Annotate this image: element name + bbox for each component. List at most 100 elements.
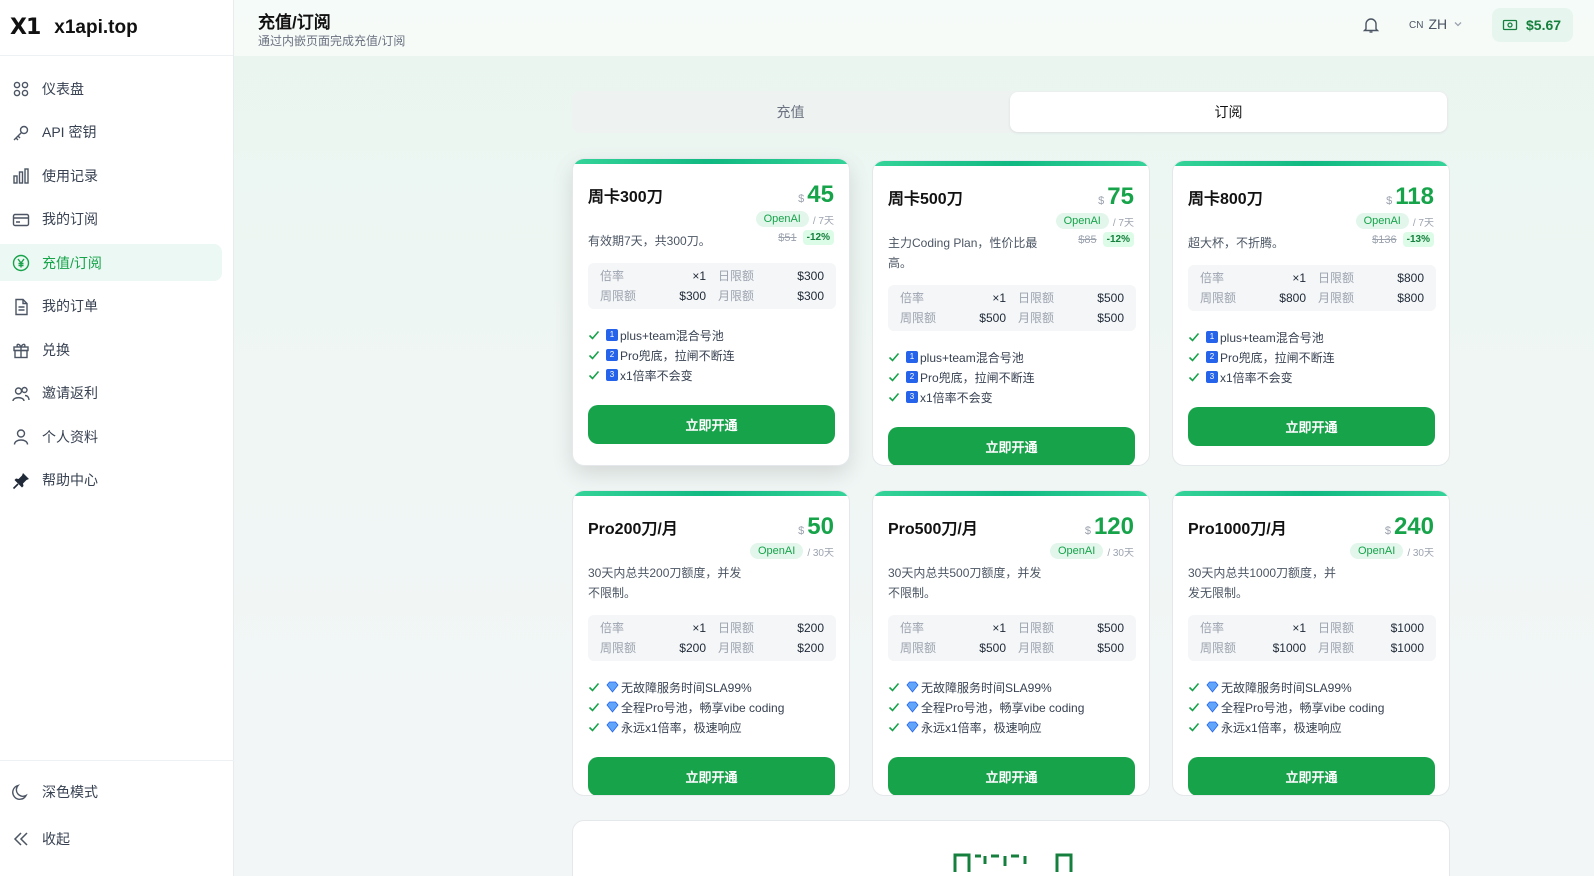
feature-list: 1 plus+team混合号池 2 Pro兜底，拉闸不断连 3 x1倍率不会变 [888, 347, 1138, 407]
language-code: CN [1409, 20, 1424, 31]
rate-value: ×1 [692, 621, 706, 635]
check-icon [588, 682, 600, 692]
wallet-icon [1502, 19, 1518, 31]
number-badge: 1 [1206, 331, 1218, 343]
collapse-sidebar-button[interactable]: 收起 [0, 824, 220, 854]
document-icon [12, 298, 30, 316]
weekly-limit-value: $500 [979, 641, 1006, 655]
gift-icon [12, 341, 30, 359]
number-badge: 2 [906, 371, 918, 383]
subscribe-button[interactable]: 立即开通 [588, 405, 835, 444]
diamond-icon [1206, 701, 1219, 713]
sidebar-item-recharge[interactable]: 充值/订阅 [0, 244, 222, 281]
check-icon [588, 722, 600, 732]
number-badge: 3 [1206, 371, 1218, 383]
daily-limit-value: $1000 [1390, 621, 1424, 635]
dark-mode-label: 深色模式 [42, 784, 98, 800]
check-icon [888, 722, 900, 732]
feature-text: 永远x1倍率，极速响应 [921, 720, 1042, 735]
weekly-limit-label: 周限额 [600, 641, 637, 655]
subscribe-button[interactable]: 立即开通 [1188, 757, 1435, 795]
card-icon [12, 211, 30, 229]
price-block: $ 50 OpenAI / 30天 [750, 513, 834, 559]
diamond-icon [906, 681, 919, 693]
tab-subscription[interactable]: 订阅 [1010, 92, 1447, 132]
plan-card: Pro1000刀/月 $ 240 OpenAI / 30天 30天内总共1000… [1172, 490, 1450, 796]
weekly-limit-label: 周限额 [600, 289, 637, 303]
subscribe-button[interactable]: 立即开通 [588, 757, 835, 795]
sidebar-item-orders[interactable]: 我的订单 [0, 288, 222, 325]
monthly-limit-value: $800 [1397, 291, 1424, 305]
discount-badge: -13% [1402, 232, 1434, 247]
monthly-limit-label: 月限额 [1018, 311, 1055, 325]
feature-text: plus+team混合号池 [620, 328, 724, 343]
sidebar-item-label: 我的订阅 [42, 211, 98, 227]
double-chevron-left-icon [12, 830, 30, 848]
discount-badge: -12% [802, 230, 834, 245]
daily-limit-label: 日限额 [1018, 621, 1055, 635]
plan-description: 30天内总共1000刀额度，并发无限制。 [1188, 566, 1337, 600]
feature-item: 3 x1倍率不会变 [588, 365, 838, 385]
dark-mode-toggle[interactable]: 深色模式 [0, 777, 220, 807]
diamond-icon [1206, 721, 1219, 733]
sidebar-item-dashboard[interactable]: 仪表盘 [0, 70, 222, 107]
feature-list: 1 plus+team混合号池 2 Pro兜底，拉闸不断连 3 x1倍率不会变 [588, 325, 838, 385]
sidebar-item-label: 兑换 [42, 341, 70, 358]
sidebar-item-redeem[interactable]: 兑换 [0, 331, 222, 368]
brand-name: x1api.top [54, 16, 138, 38]
daily-limit-label: 日限额 [718, 621, 755, 635]
rate-label: 倍率 [600, 621, 625, 635]
brand[interactable]: X1 x1api.top [0, 0, 233, 56]
subscribe-button[interactable]: 立即开通 [1188, 407, 1435, 446]
sidebar-item-label: 个人资料 [42, 428, 98, 445]
plan-price: 50 [807, 513, 834, 540]
feature-text: x1倍率不会变 [620, 368, 693, 383]
provider-badge: OpenAI [750, 543, 804, 559]
dashboard-icon [12, 80, 30, 98]
daily-limit-value: $200 [797, 621, 824, 635]
weekly-limit-value: $800 [1279, 291, 1306, 305]
card-accent-bar [573, 491, 849, 496]
check-icon [888, 392, 900, 402]
plan-period: / 30天 [807, 547, 834, 559]
feature-text: 无故障服务时间SLA99% [1221, 680, 1352, 695]
monthly-limit-label: 月限额 [718, 289, 755, 303]
price-block: $ 75 OpenAI / 7天 $85 -12% [1055, 183, 1134, 247]
sidebar-item-subscriptions[interactable]: 我的订阅 [0, 201, 222, 238]
sidebar-item-api-keys[interactable]: API 密钥 [0, 114, 222, 151]
daily-limit-label: 日限额 [1318, 271, 1355, 285]
feature-list: 1 plus+team混合号池 2 Pro兜底，拉闸不断连 3 x1倍率不会变 [1188, 327, 1438, 387]
diamond-icon [606, 681, 619, 693]
tab-recharge[interactable]: 充值 [572, 91, 1009, 133]
plan-price: 45 [807, 181, 834, 208]
sidebar-item-label: 帮助中心 [42, 472, 98, 488]
subscribe-button[interactable]: 立即开通 [888, 757, 1135, 795]
sidebar-item-usage[interactable]: 使用记录 [0, 157, 222, 194]
feature-text: 永远x1倍率，极速响应 [1221, 720, 1342, 735]
plan-price: 118 [1395, 183, 1434, 210]
bell-icon[interactable] [1362, 16, 1380, 34]
sidebar-item-profile[interactable]: 个人资料 [0, 418, 222, 455]
subscribe-button[interactable]: 立即开通 [888, 427, 1135, 465]
diamond-icon [906, 721, 919, 733]
plan-name: 周卡300刀 [588, 189, 663, 206]
feature-item: 永远x1倍率，极速响应 [588, 717, 838, 737]
weekly-limit-label: 周限额 [1200, 641, 1237, 655]
balance-badge[interactable]: $5.67 [1492, 8, 1574, 42]
sidebar-item-help[interactable]: 帮助中心 [0, 462, 222, 499]
language-selector[interactable]: CN ZH [1409, 16, 1463, 32]
plan-period: / 7天 [1112, 217, 1134, 229]
yen-circle-icon [12, 254, 30, 272]
feature-item: 永远x1倍率，极速响应 [1188, 717, 1438, 737]
sidebar-item-referral[interactable]: 邀请返利 [0, 375, 222, 412]
page-title: 充值/订阅 [258, 13, 331, 32]
plan-name: Pro500刀/月 [888, 521, 978, 538]
price-block: $ 118 OpenAI / 7天 $136 -13% [1355, 183, 1434, 247]
feature-list: 无故障服务时间SLA99% 全程Pro号池，畅享vibe coding 永远x1… [1188, 677, 1438, 737]
provider-badge: OpenAI [1350, 543, 1404, 559]
weekly-limit-value: $500 [979, 311, 1006, 325]
sidebar-item-label: API 密钥 [42, 124, 97, 140]
currency-symbol: $ [1098, 195, 1105, 207]
discount-badge: -12% [1102, 232, 1134, 247]
brand-logo: X1 [10, 15, 41, 40]
